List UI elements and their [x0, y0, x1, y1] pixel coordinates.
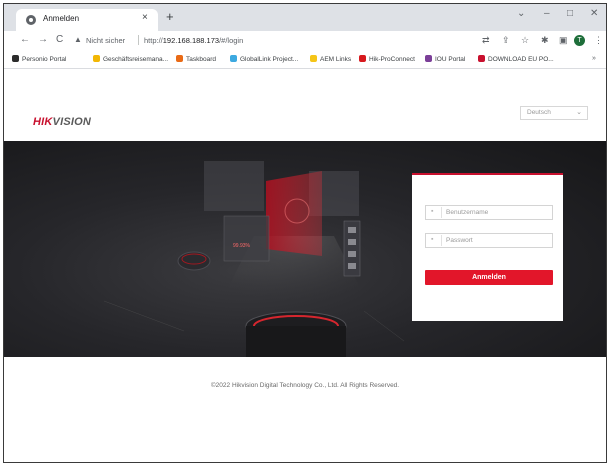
- tab-search-chevron-icon[interactable]: ⌄: [517, 8, 525, 19]
- right-column-cell: [348, 251, 356, 257]
- password-field[interactable]: ▪: [425, 233, 553, 248]
- tab-close-icon[interactable]: ×: [142, 12, 148, 23]
- bookmark-download-eu[interactable]: DOWNLOAD EU PO...: [478, 55, 554, 63]
- forward-button[interactable]: →: [38, 34, 48, 45]
- field-divider: [441, 207, 442, 218]
- browser-window: Anmelden × + ⌄ – □ ✕ ← → C ▲ Nicht siche…: [3, 3, 607, 463]
- logo-red-part: HIK: [33, 116, 53, 128]
- lock-icon: ▪: [431, 236, 434, 243]
- password-input[interactable]: [446, 235, 546, 246]
- field-divider: [441, 235, 442, 246]
- bookmark-aem-links[interactable]: AEM Links: [310, 55, 351, 63]
- floor-line: [103, 300, 185, 332]
- download-eu-icon: [478, 55, 485, 62]
- bookmark-label: Geschäftsreisemana...: [103, 56, 169, 63]
- site-favicon-icon: [26, 15, 36, 25]
- taskboard-icon: [176, 55, 183, 62]
- tab-title: Anmelden: [43, 14, 80, 23]
- right-column-cell: [348, 263, 356, 269]
- back-button[interactable]: ←: [20, 34, 30, 45]
- iou-portal-icon: [425, 55, 432, 62]
- username-field[interactable]: ▪: [425, 205, 553, 220]
- url-text[interactable]: http://192.168.188.173/#/login: [144, 36, 243, 45]
- bookmark-taskboard[interactable]: Taskboard: [176, 55, 216, 63]
- floor-line: [363, 310, 405, 342]
- bookmark-personio[interactable]: Personio Portal: [12, 55, 66, 63]
- hikvision-logo: HIKVISION: [33, 116, 91, 128]
- language-value: Deutsch: [527, 109, 551, 116]
- login-page: HIKVISION Deutsch ⌄ 99.93% ▪ Benutzernam…: [4, 69, 606, 462]
- minimize-button[interactable]: –: [544, 8, 550, 19]
- folder-icon: [310, 55, 317, 62]
- bookmarks-bar: Personio Portal Geschäftsreisemana... Ta…: [4, 52, 606, 69]
- bookmark-iou-portal[interactable]: IOU Portal: [425, 55, 465, 63]
- copyright-footer: ©2022 Hikvision Digital Technology Co., …: [210, 382, 400, 389]
- url-prefix: http://: [144, 36, 163, 45]
- share-icon[interactable]: ⇪: [502, 35, 510, 46]
- username-input[interactable]: [446, 207, 546, 218]
- right-column-cell: [348, 227, 356, 233]
- hik-proconnect-icon: [359, 55, 366, 62]
- bookmark-label: DOWNLOAD EU PO...: [488, 56, 554, 63]
- bookmarks-overflow-icon[interactable]: »: [592, 55, 596, 62]
- tab-anmelden[interactable]: Anmelden ×: [16, 9, 158, 31]
- menu-kebab-icon[interactable]: ⋮: [594, 35, 603, 46]
- translate-icon[interactable]: ⇄: [482, 35, 490, 46]
- bookmark-globallink[interactable]: GlobalLink Project...: [230, 55, 298, 63]
- user-icon: ▪: [431, 208, 434, 215]
- bookmark-label: Taskboard: [186, 56, 216, 63]
- right-column-cell: [348, 239, 356, 245]
- bookmark-star-icon[interactable]: ☆: [521, 35, 529, 46]
- bookmark-label: IOU Portal: [435, 56, 466, 63]
- profile-avatar[interactable]: T: [574, 35, 585, 46]
- side-panel-icon[interactable]: ▣: [559, 35, 568, 46]
- hero-banner: 99.93% ▪ Benutzername ▪ Anmelden: [4, 141, 606, 357]
- bookmark-label: Personio Portal: [22, 56, 67, 63]
- warning-icon[interactable]: ▲: [74, 35, 82, 44]
- tab-strip: Anmelden × + ⌄ – □ ✕: [4, 4, 606, 31]
- security-status[interactable]: Nicht sicher: [86, 36, 125, 45]
- hero-readout: 99.93%: [233, 243, 251, 249]
- reload-button[interactable]: C: [56, 34, 63, 45]
- extensions-puzzle-icon[interactable]: ✱: [541, 35, 549, 46]
- address-bar[interactable]: ▲ Nicht sicher http://192.168.188.173/#/…: [72, 33, 492, 49]
- personio-icon: [12, 55, 19, 62]
- maximize-button[interactable]: □: [567, 8, 573, 19]
- chevron-down-icon: ⌄: [576, 109, 582, 116]
- new-tab-button[interactable]: +: [166, 9, 174, 24]
- language-select[interactable]: Deutsch ⌄: [520, 106, 588, 120]
- bookmark-label: AEM Links: [320, 56, 352, 63]
- bookmark-label: GlobalLink Project...: [240, 56, 299, 63]
- folder-icon: [93, 55, 100, 62]
- red-face-panel: [266, 171, 322, 256]
- bookmark-hik-proconnect[interactable]: Hik-ProConnect: [359, 55, 415, 63]
- globallink-icon: [230, 55, 237, 62]
- bookmark-geschaeftsreise[interactable]: Geschäftsreisemana...: [93, 55, 168, 63]
- address-separator: [138, 35, 139, 45]
- url-path: /#/login: [219, 36, 244, 45]
- bookmark-label: Hik-ProConnect: [369, 56, 415, 63]
- login-form: ▪ ▪ Anmelden: [412, 173, 563, 321]
- close-window-button[interactable]: ✕: [590, 8, 598, 19]
- browser-toolbar: ← → C ▲ Nicht sicher http://192.168.188.…: [4, 31, 606, 51]
- logo-gray-part: VISION: [52, 116, 92, 128]
- url-host: 192.168.188.173: [162, 36, 220, 45]
- left-panel: [223, 215, 270, 262]
- login-button[interactable]: Anmelden: [425, 270, 553, 285]
- back-panel: [204, 161, 264, 211]
- camera-device-body: [246, 326, 346, 357]
